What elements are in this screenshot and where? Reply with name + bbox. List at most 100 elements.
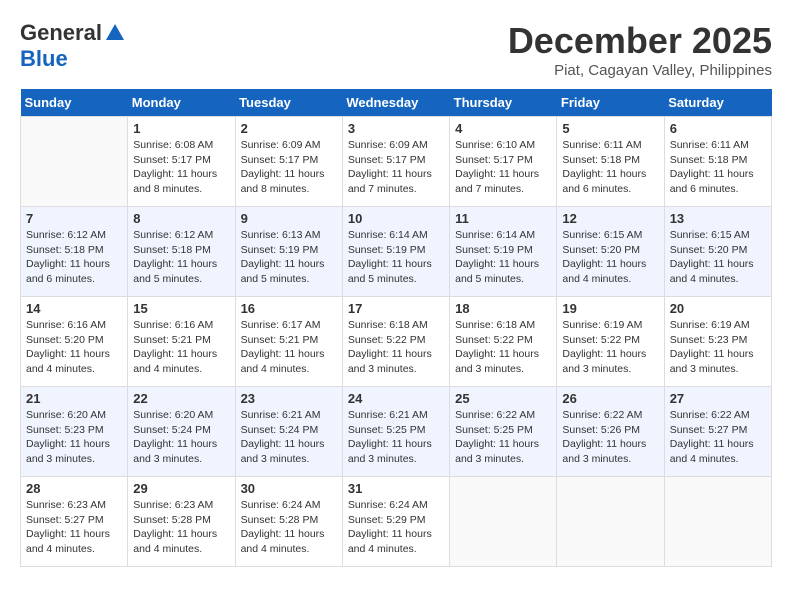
calendar-cell: 19Sunrise: 6:19 AMSunset: 5:22 PMDayligh… — [557, 297, 664, 387]
day-number: 9 — [241, 211, 337, 226]
calendar-cell: 7 Sunrise: 6:12 AMSunset: 5:18 PMDaylight… — [21, 207, 128, 297]
day-header-wednesday: Wednesday — [342, 89, 449, 117]
day-number: 26 — [562, 391, 658, 406]
day-number: 24 — [348, 391, 444, 406]
day-number: 30 — [241, 481, 337, 496]
daylight-hours: Daylight: 11 hours and 4 minutes. — [670, 257, 766, 286]
daylight-hours: Daylight: 11 hours and 5 minutes. — [241, 257, 337, 286]
daylight-hours: Daylight: 11 hours and 8 minutes. — [241, 167, 337, 196]
daylight-hours: Daylight: 11 hours and 3 minutes. — [241, 437, 337, 466]
calendar-cell: 15Sunrise: 6:16 AMSunset: 5:21 PMDayligh… — [128, 297, 235, 387]
day-number: 8 — [133, 211, 229, 226]
day-info: Sunrise: 6:12 AMSunset: 5:18 PMDaylight:… — [26, 228, 122, 287]
calendar-cell: 11Sunrise: 6:14 AMSunset: 5:19 PMDayligh… — [450, 207, 557, 297]
day-number: 11 — [455, 211, 551, 226]
day-header-thursday: Thursday — [450, 89, 557, 117]
calendar-cell: 17Sunrise: 6:18 AMSunset: 5:22 PMDayligh… — [342, 297, 449, 387]
day-info: Sunrise: 6:18 AMSunset: 5:22 PMDaylight:… — [455, 318, 551, 377]
calendar-cell: 9Sunrise: 6:13 AMSunset: 5:19 PMDaylight… — [235, 207, 342, 297]
week-row-2: 7 Sunrise: 6:12 AMSunset: 5:18 PMDaylight… — [21, 207, 772, 297]
daylight-hours: Daylight: 11 hours and 3 minutes. — [455, 437, 551, 466]
week-row-4: 21 Sunrise: 6:20 AMSunset: 5:23 PMDayligh… — [21, 387, 772, 477]
daylight-hours: Daylight: 11 hours and 5 minutes. — [455, 257, 551, 286]
day-info: Sunrise: 6:15 AMSunset: 5:20 PMDaylight:… — [562, 228, 658, 287]
day-info: Sunrise: 6:11 AMSunset: 5:18 PMDaylight:… — [562, 138, 658, 197]
day-info: Sunrise: 6:08 AMSunset: 5:17 PMDaylight:… — [133, 138, 229, 197]
week-row-5: 28Sunrise: 6:23 AMSunset: 5:27 PMDayligh… — [21, 477, 772, 567]
calendar-cell: 14 Sunrise: 6:16 AMSunset: 5:20 PMDayligh… — [21, 297, 128, 387]
day-number: 27 — [670, 391, 766, 406]
day-info: Sunrise: 6:20 AMSunset: 5:24 PMDaylight:… — [133, 408, 229, 467]
logo-blue-text: Blue — [20, 46, 68, 71]
calendar-cell: 26 Sunrise: 6:22 AMSunset: 5:26 PMDayligh… — [557, 387, 664, 477]
day-info: Sunrise: 6:23 AMSunset: 5:28 PMDaylight:… — [133, 498, 229, 557]
calendar-cell: 16 Sunrise: 6:17 AMSunset: 5:21 PMDayligh… — [235, 297, 342, 387]
daylight-hours: Daylight: 11 hours and 3 minutes. — [562, 437, 658, 466]
daylight-hours: Daylight: 11 hours and 4 minutes. — [241, 527, 337, 556]
day-number: 5 — [562, 121, 658, 136]
day-number: 25 — [455, 391, 551, 406]
location-text: Piat, Cagayan Valley, Philippines — [508, 62, 772, 79]
daylight-hours: Daylight: 11 hours and 6 minutes. — [670, 167, 766, 196]
day-info: Sunrise: 6:15 AMSunset: 5:20 PMDaylight:… — [670, 228, 766, 287]
day-number: 12 — [562, 211, 658, 226]
daylight-hours: Daylight: 11 hours and 3 minutes. — [670, 347, 766, 376]
logo-icon — [104, 22, 126, 44]
day-number: 13 — [670, 211, 766, 226]
daylight-hours: Daylight: 11 hours and 7 minutes. — [455, 167, 551, 196]
day-info: Sunrise: 6:20 AMSunset: 5:23 PMDaylight:… — [26, 408, 122, 467]
day-number: 7 — [26, 211, 122, 226]
day-info: Sunrise: 6:22 AMSunset: 5:26 PMDaylight:… — [562, 408, 658, 467]
week-row-3: 14 Sunrise: 6:16 AMSunset: 5:20 PMDayligh… — [21, 297, 772, 387]
day-info: Sunrise: 6:21 AMSunset: 5:25 PMDaylight:… — [348, 408, 444, 467]
daylight-hours: Daylight: 11 hours and 6 minutes. — [562, 167, 658, 196]
day-number: 29 — [133, 481, 229, 496]
day-number: 22 — [133, 391, 229, 406]
calendar-cell: 28Sunrise: 6:23 AMSunset: 5:27 PMDayligh… — [21, 477, 128, 567]
day-number: 23 — [241, 391, 337, 406]
daylight-hours: Daylight: 11 hours and 4 minutes. — [670, 437, 766, 466]
daylight-hours: Daylight: 11 hours and 4 minutes. — [348, 527, 444, 556]
day-number: 3 — [348, 121, 444, 136]
day-info: Sunrise: 6:16 AMSunset: 5:20 PMDaylight:… — [26, 318, 122, 377]
day-info: Sunrise: 6:17 AMSunset: 5:21 PMDaylight:… — [241, 318, 337, 377]
calendar-cell: 23Sunrise: 6:21 AMSunset: 5:24 PMDayligh… — [235, 387, 342, 477]
day-header-sunday: Sunday — [21, 89, 128, 117]
day-number: 17 — [348, 301, 444, 316]
day-number: 18 — [455, 301, 551, 316]
days-header-row: SundayMondayTuesdayWednesdayThursdayFrid… — [21, 89, 772, 117]
day-info: Sunrise: 6:24 AMSunset: 5:28 PMDaylight:… — [241, 498, 337, 557]
daylight-hours: Daylight: 11 hours and 4 minutes. — [26, 527, 122, 556]
day-number: 16 — [241, 301, 337, 316]
calendar-cell: 30 Sunrise: 6:24 AMSunset: 5:28 PMDayligh… — [235, 477, 342, 567]
day-number: 1 — [133, 121, 229, 136]
day-info: Sunrise: 6:19 AMSunset: 5:23 PMDaylight:… — [670, 318, 766, 377]
day-number: 4 — [455, 121, 551, 136]
calendar-cell: 31Sunrise: 6:24 AMSunset: 5:29 PMDayligh… — [342, 477, 449, 567]
day-number: 21 — [26, 391, 122, 406]
calendar-cell: 25Sunrise: 6:22 AMSunset: 5:25 PMDayligh… — [450, 387, 557, 477]
logo-general-text: General — [20, 20, 102, 46]
daylight-hours: Daylight: 11 hours and 3 minutes. — [562, 347, 658, 376]
calendar-cell: 3Sunrise: 6:09 AMSunset: 5:17 PMDaylight… — [342, 117, 449, 207]
day-number: 28 — [26, 481, 122, 496]
day-number: 15 — [133, 301, 229, 316]
week-row-1: 1 Sunrise: 6:08 AMSunset: 5:17 PMDaylight… — [21, 117, 772, 207]
title-section: December 2025 Piat, Cagayan Valley, Phil… — [508, 20, 772, 79]
calendar-cell: 22 Sunrise: 6:20 AMSunset: 5:24 PMDayligh… — [128, 387, 235, 477]
calendar-cell: 2Sunrise: 6:09 AMSunset: 5:17 PMDaylight… — [235, 117, 342, 207]
calendar-cell — [557, 477, 664, 567]
daylight-hours: Daylight: 11 hours and 3 minutes. — [348, 437, 444, 466]
day-info: Sunrise: 6:24 AMSunset: 5:29 PMDaylight:… — [348, 498, 444, 557]
daylight-hours: Daylight: 11 hours and 3 minutes. — [455, 347, 551, 376]
daylight-hours: Daylight: 11 hours and 4 minutes. — [26, 347, 122, 376]
day-header-tuesday: Tuesday — [235, 89, 342, 117]
day-number: 14 — [26, 301, 122, 316]
day-number: 20 — [670, 301, 766, 316]
day-info: Sunrise: 6:11 AMSunset: 5:18 PMDaylight:… — [670, 138, 766, 197]
daylight-hours: Daylight: 11 hours and 4 minutes. — [133, 527, 229, 556]
calendar-cell: 12 Sunrise: 6:15 AMSunset: 5:20 PMDayligh… — [557, 207, 664, 297]
daylight-hours: Daylight: 11 hours and 4 minutes. — [241, 347, 337, 376]
calendar-cell — [664, 477, 771, 567]
calendar-cell: 24 Sunrise: 6:21 AMSunset: 5:25 PMDayligh… — [342, 387, 449, 477]
